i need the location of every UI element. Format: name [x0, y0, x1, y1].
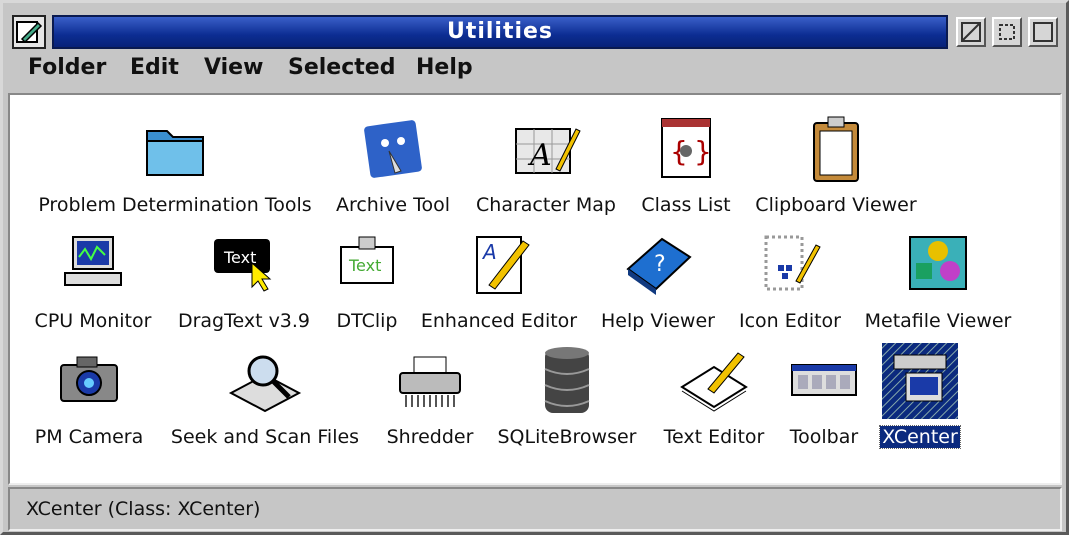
- svg-text:Text: Text: [223, 248, 256, 267]
- object-metafile-viewer[interactable]: Metafile Viewer: [856, 225, 1020, 340]
- object-label: Character Map: [476, 194, 616, 216]
- object-label: Archive Tool: [335, 194, 451, 216]
- dtclip-icon: Text: [340, 236, 394, 284]
- menu-bar: Folder Edit View Selected Help: [8, 53, 1062, 91]
- object-label: Enhanced Editor: [420, 310, 578, 332]
- object-label: Shredder: [386, 426, 474, 448]
- restore-button[interactable]: [992, 17, 1022, 47]
- toolbar-icon: [791, 364, 857, 396]
- object-clipboard-viewer[interactable]: Clipboard Viewer: [748, 109, 924, 224]
- character-map-icon: A: [515, 128, 581, 174]
- menu-edit[interactable]: Edit: [130, 55, 179, 80]
- search-icon: [228, 355, 302, 413]
- restore-icon: [999, 24, 1015, 40]
- object-class-list[interactable]: {} Class List: [634, 109, 738, 224]
- hide-icon: [961, 22, 981, 42]
- hide-button[interactable]: [956, 17, 986, 47]
- system-menu-icon[interactable]: [12, 15, 46, 49]
- svg-text:A: A: [527, 138, 552, 173]
- object-label: CPU Monitor: [34, 310, 152, 332]
- menu-help-label: Help: [416, 55, 473, 80]
- menu-selected[interactable]: Selected: [288, 55, 395, 80]
- svg-text:Text: Text: [348, 256, 381, 275]
- metafile-icon: [909, 236, 967, 290]
- maximize-icon: [1033, 22, 1053, 42]
- object-toolbar[interactable]: Toolbar: [782, 341, 866, 456]
- shredder-icon: [399, 356, 461, 407]
- status-bar: XCenter (Class: XCenter): [8, 487, 1062, 531]
- xcenter-icon: [882, 343, 958, 419]
- dragtext-icon: Text: [214, 239, 272, 292]
- object-label: Text Editor: [663, 426, 765, 448]
- object-dtclip[interactable]: Text DTClip: [328, 225, 406, 340]
- object-pm-camera[interactable]: PM Camera: [30, 341, 148, 456]
- text-editor-icon: [680, 352, 748, 412]
- archive-icon: [364, 120, 422, 178]
- object-label: Clipboard Viewer: [755, 194, 917, 216]
- svg-text:?: ?: [654, 252, 666, 277]
- object-label: DTClip: [336, 310, 398, 332]
- object-label: Problem Determination Tools: [38, 194, 312, 216]
- object-archive-tool[interactable]: Archive Tool: [328, 109, 458, 224]
- object-label: Icon Editor: [739, 310, 841, 332]
- object-icon-editor[interactable]: Icon Editor: [732, 225, 848, 340]
- object-label: SQLiteBrowser: [497, 426, 637, 448]
- menu-folder[interactable]: Folder: [28, 55, 106, 80]
- object-xcenter[interactable]: XCenter: [874, 341, 966, 456]
- object-label: Seek and Scan Files: [170, 426, 360, 448]
- object-label: Metafile Viewer: [864, 310, 1012, 332]
- clipboard-icon: [813, 116, 859, 182]
- title-bar[interactable]: Utilities: [8, 7, 1062, 53]
- menu-help[interactable]: Help: [416, 55, 473, 80]
- object-label: Toolbar: [789, 426, 859, 448]
- object-label: XCenter: [879, 425, 961, 449]
- menu-edit-label: Edit: [130, 55, 179, 80]
- object-label: PM Camera: [34, 426, 144, 448]
- object-character-map[interactable]: A Character Map: [472, 109, 620, 224]
- object-label: DragText v3.9: [177, 310, 311, 332]
- editor-icon: A: [476, 236, 530, 294]
- object-cpu-monitor[interactable]: CPU Monitor: [30, 225, 156, 340]
- help-book-icon: ?: [626, 237, 692, 295]
- object-text-editor[interactable]: Text Editor: [656, 341, 772, 456]
- camera-icon: [60, 356, 118, 402]
- object-label: Help Viewer: [601, 310, 715, 332]
- svg-text:}: }: [694, 135, 712, 168]
- window-title: Utilities: [52, 15, 948, 49]
- cpu-monitor-icon: [64, 236, 122, 286]
- menu-view[interactable]: View: [204, 55, 263, 80]
- folder-icon: [146, 130, 204, 176]
- svg-text:A: A: [481, 240, 497, 264]
- object-dragtext[interactable]: Text DragText v3.9: [170, 225, 318, 340]
- utilities-window: Utilities Folder Edit View Selected Help…: [0, 0, 1069, 535]
- object-sqlitebrowser[interactable]: SQLiteBrowser: [492, 341, 642, 456]
- menu-view-label: View: [204, 55, 264, 80]
- object-seek-and-scan[interactable]: Seek and Scan Files: [162, 341, 368, 456]
- icon-editor-icon: [764, 235, 821, 291]
- object-label: Class List: [641, 194, 731, 216]
- object-enhanced-editor[interactable]: A Enhanced Editor: [416, 225, 582, 340]
- folder-content: Problem Determination Tools Archive Tool…: [8, 93, 1062, 485]
- maximize-button[interactable]: [1028, 17, 1058, 47]
- object-help-viewer[interactable]: ? Help Viewer: [596, 225, 720, 340]
- object-shredder[interactable]: Shredder: [380, 341, 480, 456]
- menu-folder-label: Folder: [28, 55, 107, 80]
- object-problem-determination-tools[interactable]: Problem Determination Tools: [30, 109, 320, 224]
- menu-selected-label: Selected: [288, 55, 396, 80]
- class-list-icon: {}: [661, 118, 712, 178]
- database-icon: [544, 347, 590, 413]
- status-text: XCenter (Class: XCenter): [26, 498, 261, 520]
